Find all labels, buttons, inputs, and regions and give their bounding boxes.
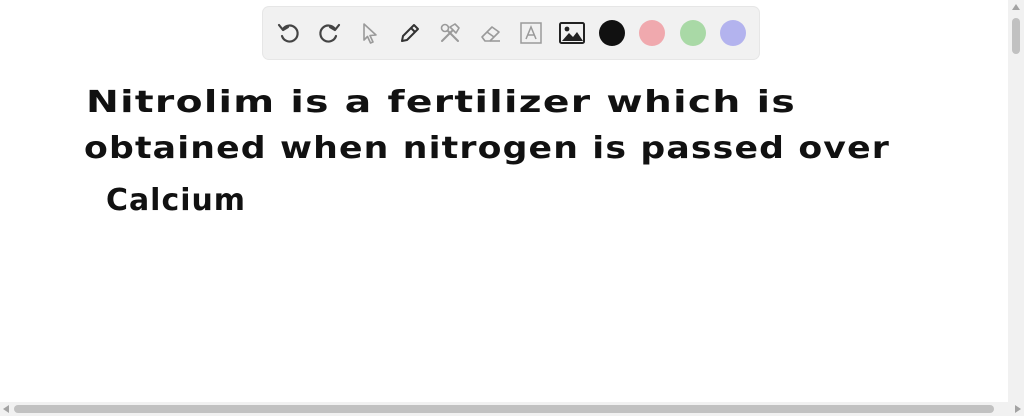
note-line-1: Nitrolim is a fertilizer which is	[86, 85, 796, 120]
handwritten-notes: Nitrolim is a fertilizer which is obtain…	[84, 85, 890, 218]
whiteboard-canvas[interactable]: Nitrolim is a fertilizer which is obtain…	[0, 0, 1008, 402]
note-line-2: obtained when nitrogen is passed over	[84, 131, 890, 166]
vertical-scrollbar[interactable]	[1008, 0, 1024, 402]
horizontal-scrollbar[interactable]	[0, 402, 1024, 416]
note-line-3: Calcium	[106, 183, 246, 218]
horizontal-scroll-thumb[interactable]	[14, 405, 994, 413]
scroll-left-arrow-icon[interactable]	[3, 405, 9, 413]
scroll-up-arrow-icon[interactable]	[1012, 4, 1020, 10]
vertical-scroll-thumb[interactable]	[1012, 18, 1020, 54]
scroll-right-arrow-icon[interactable]	[1015, 405, 1021, 413]
